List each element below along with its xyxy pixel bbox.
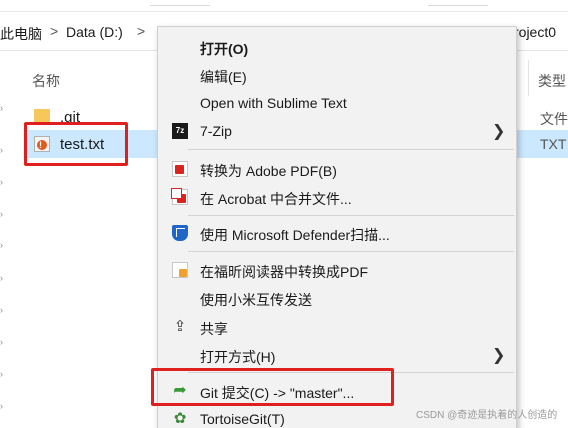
menu-item-label: 转换为 Adobe PDF(B) (200, 163, 337, 179)
menu-item-label: 7-Zip (200, 123, 232, 139)
highlight-box-git-commit (151, 368, 394, 406)
column-name-header[interactable]: 名称 (32, 71, 60, 91)
share-icon: ⇪ (173, 318, 187, 335)
breadcrumb-this-pc[interactable]: 此电脑 (0, 24, 42, 44)
menu-item-open-with[interactable]: 打开方式(H) ❯ (158, 341, 516, 369)
menu-item-label: 在福昕阅读器中转换成PDF (200, 264, 368, 280)
menu-item-label: 打开方式(H) (200, 349, 276, 365)
7zip-icon: 7z (172, 123, 188, 139)
menu-item-label: TortoiseGit(T) (200, 411, 285, 427)
column-type-header[interactable]: 类型 (538, 71, 566, 91)
title-strip (0, 0, 568, 12)
nav-expand-icon[interactable]: › (0, 145, 3, 155)
nav-expand-icon[interactable]: › (0, 273, 3, 283)
breadcrumb-project[interactable]: roject0 (514, 24, 556, 40)
tortoisegit-icon: ✿ (173, 410, 187, 427)
submenu-arrow-icon: ❯ (492, 123, 506, 140)
menu-separator (188, 215, 514, 216)
acrobat-merge-icon (171, 188, 188, 205)
menu-item-acrobat-merge[interactable]: 在 Acrobat 中合并文件... (158, 183, 516, 211)
column-divider[interactable] (528, 60, 529, 96)
menu-item-defender-scan[interactable]: 使用 Microsoft Defender扫描... (158, 219, 516, 247)
nav-expand-icon[interactable]: › (0, 369, 3, 379)
menu-item-label: 打开(O) (200, 41, 249, 57)
nav-expand-icon[interactable]: › (0, 177, 3, 187)
nav-expand-icon[interactable]: › (0, 103, 3, 113)
nav-expand-icon[interactable]: › (0, 209, 3, 219)
tab-fragment (150, 0, 210, 6)
menu-item-label: Open with Sublime Text (200, 95, 347, 111)
foxit-reader-icon (172, 262, 188, 278)
menu-separator (188, 149, 514, 150)
file-type: TXT (540, 136, 567, 152)
file-type: 文件 (540, 111, 568, 127)
menu-item-label: 使用小米互传发送 (200, 292, 312, 308)
submenu-arrow-icon: ❯ (492, 347, 506, 364)
menu-item-xiaomi-send[interactable]: 使用小米互传发送 (158, 284, 516, 312)
menu-item-foxit-convert[interactable]: 在福昕阅读器中转换成PDF (158, 256, 516, 284)
watermark: CSDN @奇迹是执着的人创造的 (416, 410, 558, 421)
tab-fragment (428, 0, 488, 6)
highlight-box-file (24, 122, 128, 166)
nav-expand-icon[interactable]: › (0, 401, 3, 411)
adobe-pdf-icon (172, 161, 188, 177)
nav-expand-icon[interactable]: › (0, 240, 3, 250)
menu-item-edit[interactable]: 编辑(E) (158, 61, 516, 89)
menu-item-open[interactable]: 打开(O) (158, 33, 516, 61)
menu-item-convert-pdf[interactable]: 转换为 Adobe PDF(B) (158, 155, 516, 183)
breadcrumb-data-drive[interactable]: Data (D:) (66, 24, 123, 40)
menu-item-label: 共享 (200, 321, 228, 337)
defender-shield-icon (172, 225, 188, 241)
menu-item-label: 使用 Microsoft Defender扫描... (200, 227, 390, 243)
menu-item-open-with-sublime[interactable]: Open with Sublime Text (158, 89, 516, 117)
nav-expand-icon[interactable]: › (0, 305, 3, 315)
menu-item-7zip[interactable]: 7z 7-Zip ❯ (158, 117, 516, 145)
menu-item-share[interactable]: ⇪ 共享 (158, 313, 516, 341)
nav-expand-icon[interactable]: › (0, 337, 3, 347)
menu-item-label: 在 Acrobat 中合并文件... (200, 191, 352, 207)
breadcrumb-separator[interactable]: > (137, 23, 145, 39)
menu-separator (188, 251, 514, 252)
menu-item-label: 编辑(E) (200, 69, 247, 85)
breadcrumb-separator[interactable]: > (50, 23, 58, 39)
